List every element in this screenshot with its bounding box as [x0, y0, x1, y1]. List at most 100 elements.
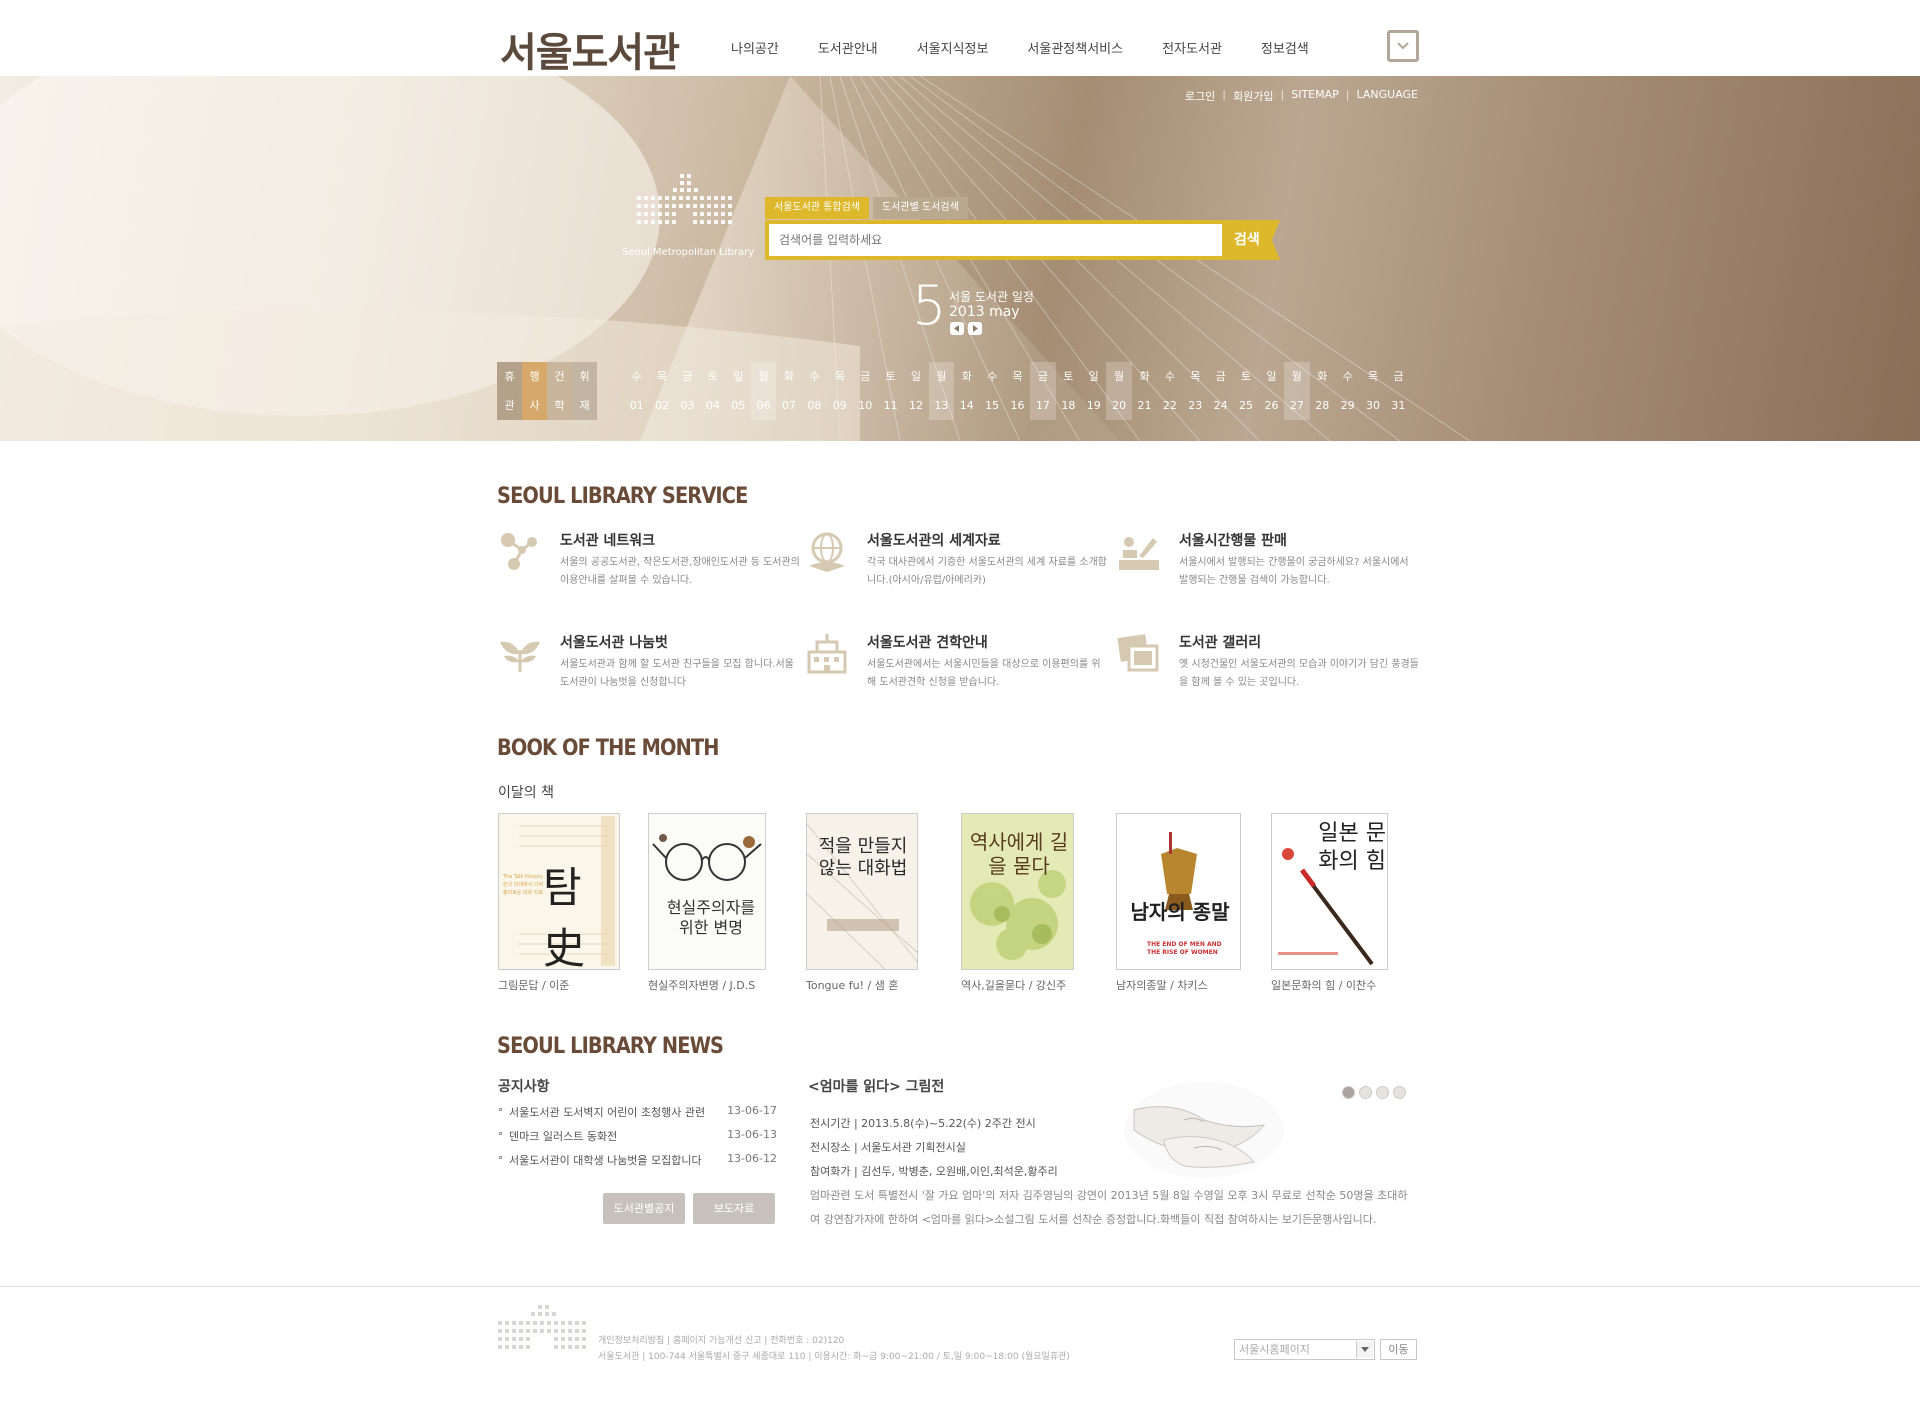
calendar-day[interactable]: 토 11 [878, 362, 903, 420]
calendar-date[interactable]: 25 [1233, 391, 1258, 420]
calendar-date[interactable]: 06 [751, 391, 776, 420]
pagination-dot[interactable] [1342, 1086, 1355, 1099]
prev-month-button[interactable] [950, 322, 964, 335]
search-button[interactable]: 검색 [1222, 220, 1280, 260]
calendar-day[interactable]: 월 27 [1284, 362, 1310, 420]
calendar-day[interactable]: 월 06 [750, 362, 777, 420]
book-cover[interactable]: The Talk History 한국 미대에서 기억 흥미로운 대화 자료 탐史 [498, 813, 620, 970]
calendar-day[interactable]: 일 19 [1081, 362, 1106, 420]
calendar-date[interactable]: 15 [979, 391, 1004, 420]
calendar-date[interactable]: 30 [1360, 391, 1385, 420]
calendar-date[interactable]: 02 [649, 391, 674, 420]
library-notice-button[interactable]: 도서관별공지 [603, 1193, 685, 1224]
calendar-date[interactable]: 26 [1259, 391, 1284, 420]
calendar-date[interactable]: 18 [1056, 391, 1081, 420]
calendar-day[interactable]: 목 23 [1183, 362, 1208, 420]
calendar-date[interactable]: 08 [802, 391, 827, 420]
calendar-day[interactable]: 목 02 [649, 362, 674, 420]
calendar-date[interactable]: 22 [1157, 391, 1182, 420]
notice-row[interactable]: 서울도서관 도서벽지 어린이 초청행사 관련 13-06-17 [497, 1104, 777, 1128]
tab-integrated-search[interactable]: 서울도서관 통합검색 [765, 197, 869, 219]
nav-my-space[interactable]: 나의공간 [731, 38, 779, 57]
calendar-date[interactable]: 20 [1106, 391, 1131, 420]
book-cover[interactable]: 현실주의자를 위한 변명 [648, 813, 766, 970]
calendar-day[interactable]: 수 29 [1335, 362, 1360, 420]
calendar-day[interactable]: 일 05 [726, 362, 751, 420]
calendar-date[interactable]: 16 [1005, 391, 1030, 420]
calendar-date[interactable]: 04 [700, 391, 725, 420]
calendar-date[interactable]: 10 [853, 391, 878, 420]
calendar-date[interactable]: 24 [1208, 391, 1233, 420]
calendar-day[interactable]: 화 21 [1132, 362, 1157, 420]
book-caption[interactable]: 일본문화의 힘 / 이찬수 [1271, 977, 1376, 993]
login-link[interactable]: 로그인 [1185, 88, 1215, 104]
book-cover[interactable]: THE END OF MEN AND THE RISE OF WOMEN 남자의 … [1116, 813, 1241, 970]
book-cover[interactable]: 일본 문화의 힘 [1271, 813, 1388, 970]
next-month-button[interactable] [968, 322, 982, 335]
tab-library-search[interactable]: 도서관별 도서검색 [872, 197, 968, 219]
exhibit-title[interactable]: <엄마를 읽다> 그림전 [808, 1076, 944, 1096]
calendar-date[interactable]: 29 [1335, 391, 1360, 420]
calendar-day[interactable]: 금 24 [1208, 362, 1233, 420]
calendar-date[interactable]: 28 [1310, 391, 1335, 420]
calendar-date[interactable]: 11 [878, 391, 903, 420]
pagination-dot[interactable] [1393, 1086, 1406, 1099]
notice-row[interactable]: 서울도서관이 대학생 나눔벗을 모집합니다 13-06-12 [497, 1152, 777, 1176]
language-link[interactable]: LANGUAGE [1356, 88, 1418, 104]
calendar-day[interactable]: 수 08 [802, 362, 827, 420]
calendar-day[interactable]: 목 16 [1005, 362, 1030, 420]
join-link[interactable]: 회원가입 [1233, 88, 1273, 104]
search-input[interactable] [769, 224, 1223, 256]
calendar-day[interactable]: 수 22 [1157, 362, 1182, 420]
calendar-date[interactable]: 14 [954, 391, 979, 420]
select-arrow[interactable] [1356, 1341, 1373, 1358]
book-caption[interactable]: Tongue fu! / 샘 혼 [806, 977, 898, 993]
calendar-day[interactable]: 토 04 [700, 362, 725, 420]
calendar-day[interactable]: 수 15 [979, 362, 1004, 420]
calendar-day[interactable]: 화 14 [954, 362, 979, 420]
calendar-date[interactable]: 17 [1030, 391, 1055, 420]
calendar-day[interactable]: 일 26 [1259, 362, 1284, 420]
calendar-date[interactable]: 21 [1132, 391, 1157, 420]
book-caption[interactable]: 남자의종말 / 차키스 [1116, 977, 1208, 993]
sitemap-link[interactable]: SITEMAP [1291, 88, 1339, 104]
press-release-button[interactable]: 보도자료 [693, 1193, 775, 1224]
calendar-day[interactable]: 화 07 [776, 362, 801, 420]
calendar-date[interactable]: 31 [1386, 391, 1411, 420]
calendar-date[interactable]: 27 [1284, 391, 1309, 420]
calendar-day[interactable]: 일 12 [903, 362, 928, 420]
notice-row[interactable]: 덴마크 일러스트 동화전 13-06-13 [497, 1128, 777, 1152]
nav-policy-service[interactable]: 서울관정책서비스 [1027, 38, 1123, 57]
calendar-day[interactable]: 토 18 [1056, 362, 1081, 420]
book-caption[interactable]: 역사,길을묻다 / 강신주 [961, 977, 1066, 993]
footer-links[interactable]: 개인정보처리방침 | 홈페이지 기능개선 신고 | 전화번호 : 02)120 [598, 1333, 1070, 1349]
calendar-day[interactable]: 토 25 [1233, 362, 1258, 420]
calendar-day[interactable]: 금 31 [1386, 362, 1411, 420]
calendar-date[interactable]: 13 [929, 391, 954, 420]
notice-text[interactable]: 서울도서관 도서벽지 어린이 초청행사 관련 [509, 1104, 705, 1120]
nav-e-library[interactable]: 전자도서관 [1162, 38, 1222, 57]
calendar-date[interactable]: 09 [827, 391, 852, 420]
calendar-date[interactable]: 05 [726, 391, 751, 420]
calendar-day[interactable]: 목 09 [827, 362, 852, 420]
calendar-day[interactable]: 목 30 [1360, 362, 1385, 420]
calendar-date[interactable]: 03 [675, 391, 700, 420]
calendar-date[interactable]: 01 [624, 391, 649, 420]
calendar-date[interactable]: 23 [1183, 391, 1208, 420]
nav-seoul-knowledge[interactable]: 서울지식정보 [917, 38, 989, 57]
nav-library-guide[interactable]: 도서관안내 [818, 38, 878, 57]
calendar-date[interactable]: 19 [1081, 391, 1106, 420]
go-button[interactable]: 이동 [1380, 1339, 1417, 1360]
book-caption[interactable]: 현실주의자변명 / J.D.S [648, 977, 755, 993]
nav-info-search[interactable]: 정보검색 [1261, 38, 1309, 57]
calendar-date[interactable]: 07 [776, 391, 801, 420]
notice-text[interactable]: 덴마크 일러스트 동화전 [509, 1128, 617, 1144]
calendar-day[interactable]: 금 10 [853, 362, 878, 420]
notice-text[interactable]: 서울도서관이 대학생 나눔벗을 모집합니다 [509, 1152, 702, 1168]
calendar-day[interactable]: 월 20 [1106, 362, 1132, 420]
pagination-dot[interactable] [1376, 1086, 1389, 1099]
site-logo[interactable]: 서울도서관 [500, 20, 680, 78]
calendar-day[interactable]: 금 17 [1030, 362, 1056, 420]
related-site-select[interactable]: 서울시홈페이지 [1234, 1339, 1375, 1360]
calendar-day[interactable]: 화 28 [1310, 362, 1335, 420]
